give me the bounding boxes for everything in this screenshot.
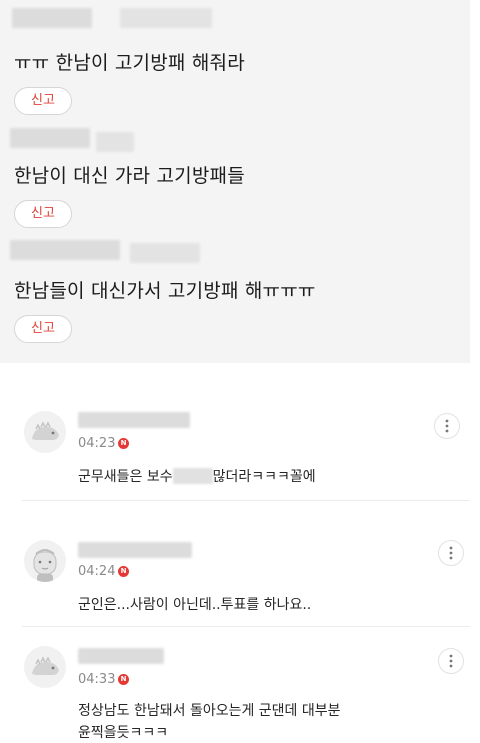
new-badge: N bbox=[118, 674, 129, 685]
more-options-button[interactable] bbox=[438, 540, 464, 566]
more-vertical-icon bbox=[445, 419, 449, 433]
post-text: 한남이 대신 가라 고기방패들 bbox=[14, 165, 245, 187]
comment-time: 04:23 bbox=[78, 436, 116, 451]
dino-icon bbox=[24, 411, 66, 453]
report-button[interactable]: 신고 bbox=[14, 200, 72, 228]
new-badge: N bbox=[118, 566, 129, 577]
more-vertical-icon bbox=[449, 546, 453, 560]
comment-text: 정상남도 한남돼서 돌아오는게 군댄데 대부분 bbox=[78, 703, 341, 719]
more-options-button[interactable] bbox=[434, 413, 460, 439]
blurred-username bbox=[120, 8, 212, 28]
divider bbox=[22, 626, 470, 627]
blurred-word bbox=[172, 468, 213, 484]
comment-text-start: 군무새들은 보수 bbox=[78, 469, 173, 485]
comment-time: 04:33 bbox=[78, 672, 116, 687]
report-button[interactable]: 신고 bbox=[14, 315, 72, 343]
avatar[interactable] bbox=[24, 646, 66, 688]
new-badge: N bbox=[118, 438, 129, 449]
quoted-posts-section: ㅠㅠ 한남이 고기방패 해줘라 신고 한남이 대신 가라 고기방패들 신고 한남… bbox=[0, 0, 470, 363]
divider bbox=[22, 500, 470, 501]
blurred-username bbox=[10, 128, 90, 148]
report-button[interactable]: 신고 bbox=[14, 87, 72, 115]
blurred-username bbox=[78, 648, 164, 664]
blurred-username bbox=[12, 8, 92, 28]
face-icon bbox=[24, 540, 66, 582]
avatar[interactable] bbox=[24, 411, 66, 453]
post-text: ㅠㅠ 한남이 고기방패 해줘라 bbox=[14, 52, 245, 74]
comment-text: 군무새들은 보수 많더라ㅋㅋㅋ꼴에 bbox=[78, 466, 316, 486]
blurred-username bbox=[10, 240, 120, 260]
blurred-username bbox=[78, 412, 190, 428]
comment-text: 군인은...사람이 아닌데..투표를 하나요.. bbox=[78, 597, 312, 613]
more-options-button[interactable] bbox=[438, 648, 464, 674]
comment-time: 04:24 bbox=[78, 564, 116, 579]
post-text: 한남들이 대신가서 고기방패 해ㅠㅠㅠ bbox=[14, 280, 316, 302]
blurred-username bbox=[78, 542, 192, 558]
comment-text: 윤찍을듯ㅋㅋㅋ bbox=[78, 725, 169, 741]
comment-text-end: 많더라ㅋㅋㅋ꼴에 bbox=[212, 469, 316, 485]
dino-icon bbox=[24, 646, 66, 688]
blurred-username bbox=[96, 132, 134, 152]
blurred-username bbox=[130, 243, 200, 263]
avatar[interactable] bbox=[24, 540, 66, 582]
more-vertical-icon bbox=[449, 654, 453, 668]
